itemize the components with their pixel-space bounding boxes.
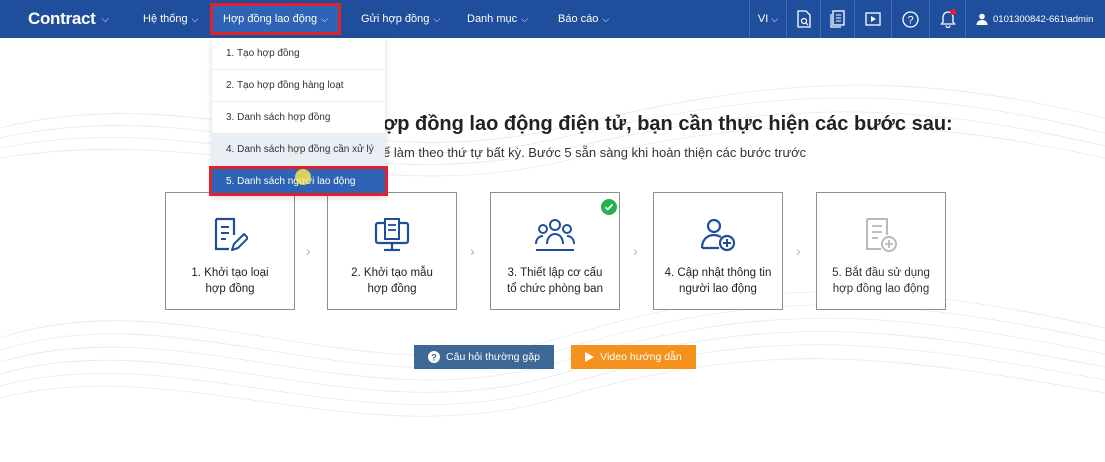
- step-card-2[interactable]: 2. Khởi tạo mẫu hợp đồng: [327, 192, 457, 310]
- nav-item-danh-muc[interactable]: Danh mục ⌵: [467, 0, 528, 38]
- nav-item-gui-hop-dong[interactable]: Gửi hợp đồng ⌵: [361, 0, 440, 38]
- video-tutorial-button[interactable]: [854, 0, 891, 38]
- menu-item-label: 5. Danh sách người lao động: [226, 175, 356, 187]
- menu-item-label: 1. Tạo hợp đồng: [226, 48, 300, 59]
- menu-item-tao-hop-dong[interactable]: 1. Tạo hợp đồng: [212, 38, 385, 70]
- nav-item-label: Gửi hợp đồng: [361, 13, 430, 25]
- menu-item-tao-hop-dong-hang-loat[interactable]: 2. Tạo hợp đồng hàng loạt: [212, 70, 385, 102]
- top-navigation-bar: Contract ⌵ Hệ thống ⌵ Hợp đồng lao động …: [0, 0, 1105, 38]
- language-label: VI: [757, 13, 769, 25]
- step-label: 2. Khởi tạo mẫu hợp đồng: [351, 267, 433, 295]
- step-label: 4. Cập nhật thông tin người lao động: [664, 267, 772, 295]
- users-group-icon: [535, 219, 575, 251]
- step-icon-wrapper: [863, 215, 899, 255]
- faq-button-label: Câu hỏi thường gặp: [446, 351, 540, 363]
- nav-item-label: Hợp đồng lao động: [223, 13, 318, 25]
- mouse-cursor-highlight: [295, 169, 311, 185]
- document-search-button[interactable]: [786, 0, 820, 38]
- chevron-down-icon: ⌵: [191, 13, 199, 24]
- step-icon-wrapper: [212, 215, 248, 255]
- menu-item-label: 4. Danh sách hợp đồng cần xử lý: [226, 144, 374, 155]
- notification-dot: [950, 9, 956, 15]
- help-button[interactable]: ?: [891, 0, 929, 38]
- user-add-icon: [700, 218, 736, 252]
- video-button-label: Video hướng dẫn: [600, 351, 682, 363]
- document-list-icon: [829, 10, 845, 28]
- completed-check-icon: [601, 199, 617, 215]
- question-circle-icon: ?: [428, 351, 441, 363]
- user-icon: [976, 13, 988, 25]
- menu-item-label: 3. Danh sách hợp đồng: [226, 112, 331, 123]
- chevron-right-icon: ›: [306, 243, 311, 259]
- svg-text:?: ?: [431, 353, 437, 363]
- step-card-5[interactable]: 5. Bắt đầu sử dụng hợp đồng lao động: [816, 192, 946, 310]
- chevron-down-icon: ⌵: [101, 13, 110, 25]
- account-menu[interactable]: 0101300842-661\admin: [965, 0, 1105, 38]
- account-label: 0101300842-661\admin: [993, 13, 1094, 25]
- chevron-down-icon: ⌵: [433, 13, 441, 24]
- play-icon: [865, 12, 881, 26]
- nav-item-label: Danh mục: [467, 13, 518, 25]
- step-card-3[interactable]: 3. Thiết lập cơ cấu tổ chức phòng ban: [490, 192, 620, 310]
- document-search-icon: [796, 10, 811, 28]
- chevron-right-icon: ›: [796, 243, 801, 259]
- step-icon-wrapper: [534, 215, 576, 255]
- step-card-4[interactable]: 4. Cập nhật thông tin người lao động: [653, 192, 783, 310]
- step-label: 1. Khởi tạo loại hợp đồng: [191, 267, 269, 295]
- nav-item-hop-dong-lao-dong[interactable]: Hợp đồng lao động ⌵: [210, 3, 341, 35]
- nav-item-bao-cao[interactable]: Báo cáo ⌵: [558, 0, 609, 38]
- logo-text: Contract: [28, 9, 96, 28]
- monitor-document-icon: [374, 218, 410, 252]
- document-edit-icon: [214, 217, 248, 251]
- menu-item-label: 2. Tạo hợp đồng hàng loạt: [226, 80, 344, 91]
- app-logo[interactable]: Contract ⌵: [28, 9, 109, 29]
- step-icon-wrapper: [699, 215, 737, 255]
- chevron-down-icon: ⌵: [321, 13, 328, 24]
- chevron-down-icon: ⌵: [771, 13, 779, 24]
- chevron-right-icon: ›: [470, 243, 475, 259]
- step-icon-wrapper: [373, 215, 411, 255]
- faq-button[interactable]: ? Câu hỏi thường gặp: [414, 345, 554, 369]
- play-icon: [585, 352, 595, 362]
- menu-item-danh-sach-hop-dong[interactable]: 3. Danh sách hợp đồng: [212, 102, 385, 134]
- chevron-right-icon: ›: [633, 243, 638, 259]
- language-selector[interactable]: VI ⌵: [749, 0, 786, 38]
- chevron-down-icon: ⌵: [602, 13, 610, 24]
- page-title: ợp đồng lao động điện tử, bạn cần thực h…: [383, 113, 953, 135]
- svg-text:?: ?: [907, 14, 913, 26]
- nav-item-he-thong[interactable]: Hệ thống ⌵: [143, 0, 198, 38]
- document-list-button[interactable]: [820, 0, 854, 38]
- chevron-down-icon: ⌵: [521, 13, 528, 24]
- step-label: 3. Thiết lập cơ cấu tổ chức phòng ban: [507, 267, 603, 295]
- page-subtitle: ể làm theo thứ tự bất kỳ. Bước 5 sẵn sàn…: [383, 145, 807, 160]
- step-card-1[interactable]: 1. Khởi tạo loại hợp đồng: [165, 192, 295, 310]
- nav-item-label: Báo cáo: [558, 13, 599, 25]
- video-guide-button[interactable]: Video hướng dẫn: [571, 345, 696, 369]
- step-label: 5. Bắt đầu sử dụng hợp đồng lao động: [832, 267, 930, 295]
- help-icon: ?: [902, 10, 919, 28]
- menu-item-danh-sach-hop-dong-can-xu-ly[interactable]: 4. Danh sách hợp đồng cần xử lý: [212, 134, 385, 166]
- document-add-icon: [866, 218, 897, 252]
- notification-button[interactable]: [929, 0, 965, 38]
- nav-item-label: Hệ thống: [143, 13, 188, 25]
